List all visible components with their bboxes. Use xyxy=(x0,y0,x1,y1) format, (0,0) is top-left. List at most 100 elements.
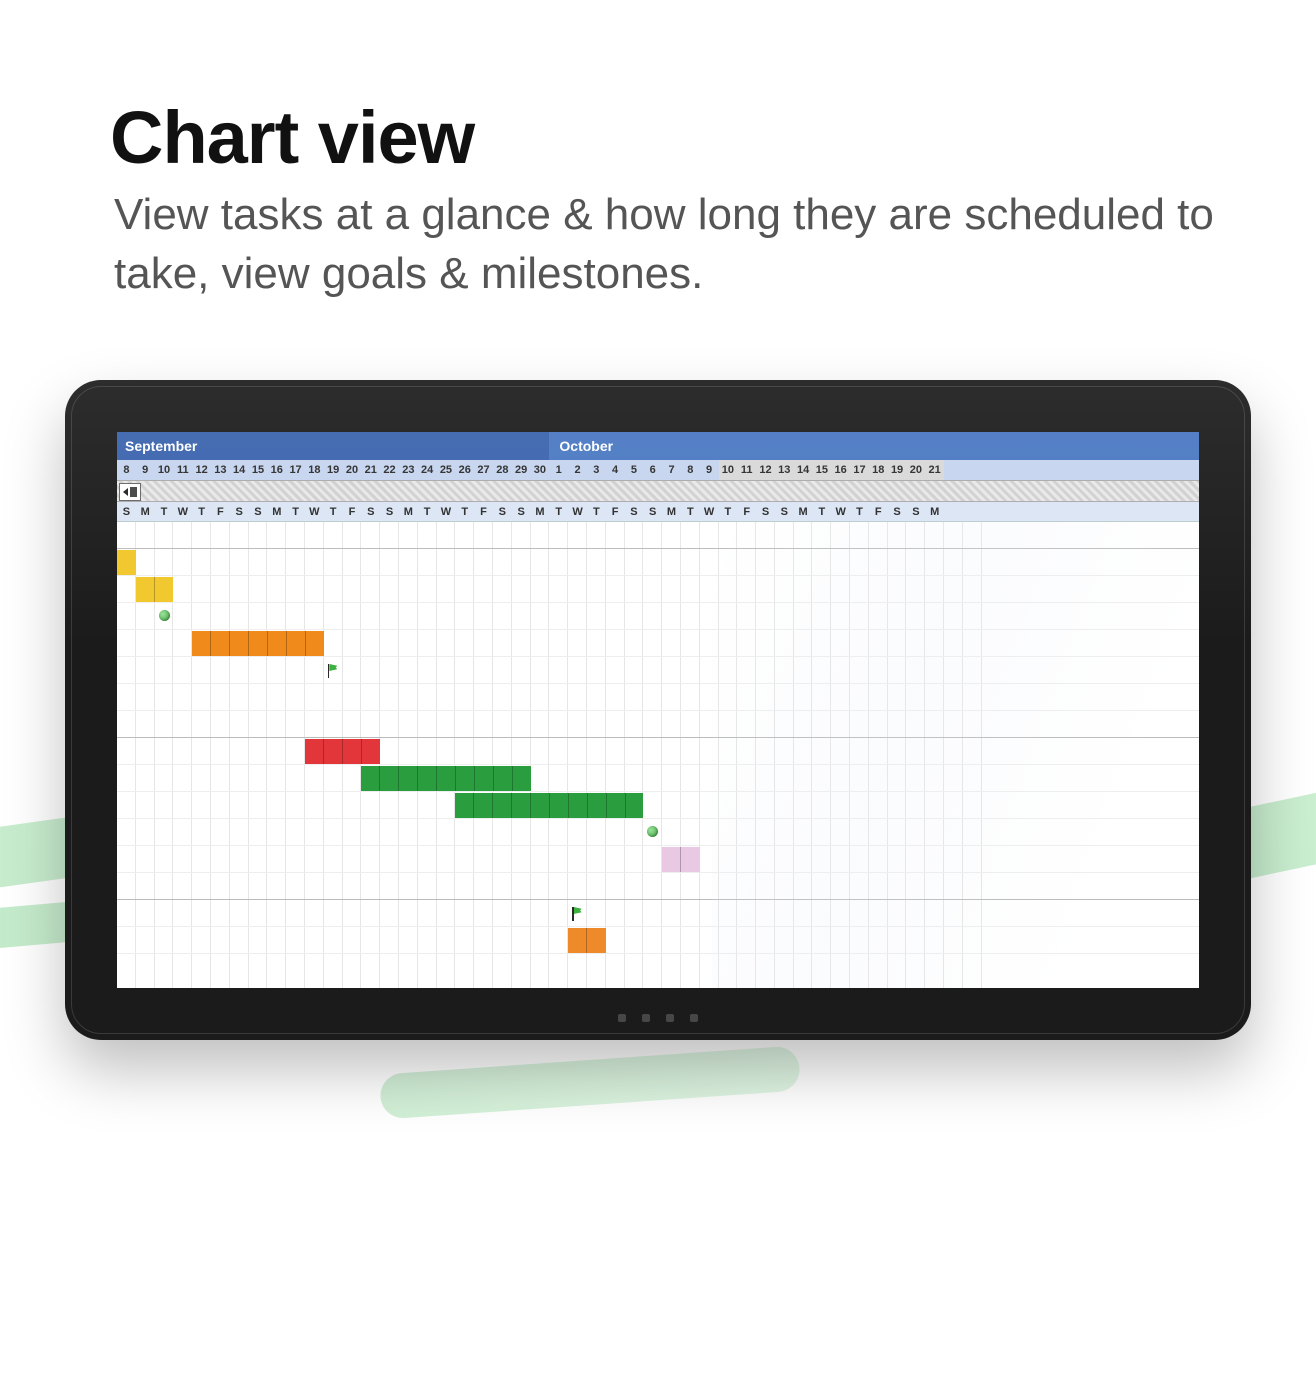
weekday-cell: T xyxy=(587,502,606,521)
milestone-flag-icon[interactable] xyxy=(328,664,340,678)
day-number-cell: 10 xyxy=(719,460,738,480)
weekday-cell: S xyxy=(230,502,249,521)
day-number-cell: 15 xyxy=(812,460,831,480)
milestone-dot-icon[interactable] xyxy=(159,610,170,621)
weekday-cell: M xyxy=(267,502,286,521)
day-number-cell: 29 xyxy=(512,460,531,480)
weekday-cell: T xyxy=(418,502,437,521)
day-number-cell: 8 xyxy=(681,460,700,480)
weekday-cell: W xyxy=(173,502,192,521)
weekday-cell: F xyxy=(869,502,888,521)
tablet-frame: September October 8910111213141516171819… xyxy=(65,380,1251,1040)
gantt-bar[interactable] xyxy=(455,792,643,819)
day-number-cell: 8 xyxy=(117,460,136,480)
gantt-bar[interactable] xyxy=(568,927,606,954)
weekday-cell: S xyxy=(380,502,399,521)
day-number-cell: 28 xyxy=(493,460,512,480)
weekday-cell: S xyxy=(906,502,925,521)
day-number-cell: 18 xyxy=(869,460,888,480)
month-label-september: September xyxy=(117,432,549,460)
weekday-cell: F xyxy=(606,502,625,521)
weekday-cell: F xyxy=(211,502,230,521)
weekday-cell: M xyxy=(794,502,813,521)
gantt-bar[interactable] xyxy=(117,549,136,576)
day-number-cell: 14 xyxy=(230,460,249,480)
day-number-cell: 9 xyxy=(136,460,155,480)
weekday-cell: M xyxy=(925,502,944,521)
day-number-cell: 23 xyxy=(399,460,418,480)
page-title: Chart view xyxy=(110,95,474,180)
weekday-cell: S xyxy=(493,502,512,521)
page-subtitle: View tasks at a glance & how long they a… xyxy=(114,185,1214,304)
month-label-october: October xyxy=(549,432,1199,460)
day-number-cell: 11 xyxy=(737,460,756,480)
decorative-swoosh xyxy=(379,1045,801,1119)
day-number-cell: 12 xyxy=(192,460,211,480)
weekday-row: SMTWTFSSMTWTFSSMTWTFSSMTWTFSSMTWTFSSMTWT… xyxy=(117,502,1199,522)
weekday-cell: S xyxy=(625,502,644,521)
weekday-cell: W xyxy=(700,502,719,521)
day-number-cell: 27 xyxy=(474,460,493,480)
day-number-cell: 12 xyxy=(756,460,775,480)
tablet-home-buttons xyxy=(598,1014,718,1022)
weekday-cell: F xyxy=(343,502,362,521)
day-number-cell: 10 xyxy=(155,460,174,480)
day-number-cell: 2 xyxy=(568,460,587,480)
gantt-chart[interactable] xyxy=(117,522,1199,988)
day-number-cell: 26 xyxy=(455,460,474,480)
timeline-scrollbar[interactable] xyxy=(117,480,1199,502)
day-number-cell: 24 xyxy=(418,460,437,480)
weekday-cell: T xyxy=(850,502,869,521)
weekday-cell: W xyxy=(831,502,850,521)
weekday-cell: S xyxy=(117,502,136,521)
day-number-cell: 25 xyxy=(437,460,456,480)
weekday-cell: W xyxy=(568,502,587,521)
weekday-cell: T xyxy=(719,502,738,521)
day-number-cell: 17 xyxy=(286,460,305,480)
day-number-cell: 3 xyxy=(587,460,606,480)
gantt-bar[interactable] xyxy=(192,630,324,657)
gantt-bar[interactable] xyxy=(662,846,700,873)
weekday-cell: T xyxy=(155,502,174,521)
weekday-cell: F xyxy=(474,502,493,521)
day-number-cell: 1 xyxy=(549,460,568,480)
gantt-bar[interactable] xyxy=(361,765,530,792)
day-number-cell: 11 xyxy=(173,460,192,480)
gantt-bar[interactable] xyxy=(136,576,174,603)
weekday-cell: S xyxy=(756,502,775,521)
day-number-cell: 22 xyxy=(380,460,399,480)
weekday-cell: S xyxy=(249,502,268,521)
weekday-cell: M xyxy=(136,502,155,521)
gantt-bar[interactable] xyxy=(305,738,380,765)
weekday-cell: S xyxy=(888,502,907,521)
scroll-left-handle[interactable] xyxy=(119,483,141,501)
screen: September October 8910111213141516171819… xyxy=(117,432,1199,988)
weekday-cell: M xyxy=(399,502,418,521)
day-number-cell: 19 xyxy=(888,460,907,480)
milestone-flag-icon[interactable] xyxy=(572,907,584,921)
day-number-cell: 6 xyxy=(643,460,662,480)
month-header: September October xyxy=(117,432,1199,460)
weekday-cell: F xyxy=(737,502,756,521)
day-number-cell: 16 xyxy=(267,460,286,480)
day-number-cell: 5 xyxy=(625,460,644,480)
weekday-cell: T xyxy=(192,502,211,521)
day-number-cell: 13 xyxy=(211,460,230,480)
weekday-cell: S xyxy=(643,502,662,521)
day-number-cell: 20 xyxy=(906,460,925,480)
day-number-cell: 4 xyxy=(606,460,625,480)
day-number-cell: 7 xyxy=(662,460,681,480)
day-number-row: 8910111213141516171819202122232425262728… xyxy=(117,460,1199,480)
day-number-cell: 21 xyxy=(361,460,380,480)
weekday-cell: S xyxy=(361,502,380,521)
day-number-cell: 13 xyxy=(775,460,794,480)
weekday-cell: T xyxy=(812,502,831,521)
day-number-cell: 19 xyxy=(324,460,343,480)
day-number-cell: 21 xyxy=(925,460,944,480)
day-number-cell: 17 xyxy=(850,460,869,480)
day-number-cell: 30 xyxy=(531,460,550,480)
weekday-cell: S xyxy=(512,502,531,521)
weekday-cell: W xyxy=(305,502,324,521)
day-number-cell: 20 xyxy=(343,460,362,480)
weekday-cell: T xyxy=(324,502,343,521)
